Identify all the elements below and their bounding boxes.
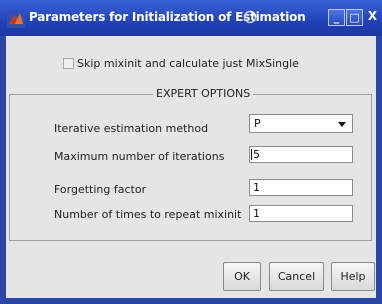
skip-mixinit-checkbox[interactable] (63, 58, 74, 69)
forgetting-factor-value: 1 (253, 181, 260, 194)
method-select-value: P (254, 117, 261, 130)
matlab-icon (7, 10, 25, 28)
method-label: Iterative estimation method (54, 122, 209, 135)
ok-button[interactable]: OK (223, 262, 261, 291)
repeat-mixinit-input[interactable]: 1 (249, 205, 353, 222)
chevron-down-icon[interactable] (338, 122, 346, 127)
repeat-mixinit-label: Number of times to repeat mixinit (54, 208, 242, 221)
expert-options-title: EXPERT OPTIONS (153, 87, 254, 100)
dialog-content: Skip mixinit and calculate just MixSingl… (6, 36, 376, 298)
help-button[interactable]: Help (331, 262, 375, 291)
max-iterations-input[interactable]: 5 (249, 146, 353, 163)
cancel-button[interactable]: Cancel (269, 262, 324, 291)
text-caret (251, 149, 252, 160)
title-bar[interactable]: Parameters for Initialization of Estimat… (0, 0, 382, 36)
maximize-button[interactable]: □ (346, 9, 363, 26)
max-iterations-label: Maximum number of iterations (54, 150, 225, 163)
max-iterations-value: 5 (253, 148, 260, 161)
minimize-button[interactable]: _ (328, 9, 345, 26)
forgetting-factor-label: Forgetting factor (54, 183, 147, 196)
dialog-window: Parameters for Initialization of Estimat… (0, 0, 382, 304)
forgetting-factor-input[interactable]: 1 (249, 179, 353, 196)
window-title: Parameters for Initialization of Estimat… (29, 10, 306, 24)
method-select[interactable]: P (249, 114, 353, 133)
skip-mixinit-label[interactable]: Skip mixinit and calculate just MixSingl… (77, 57, 299, 70)
repeat-mixinit-value: 1 (253, 207, 260, 220)
busy-spinner-icon (243, 10, 257, 24)
close-button[interactable]: X (364, 9, 381, 26)
